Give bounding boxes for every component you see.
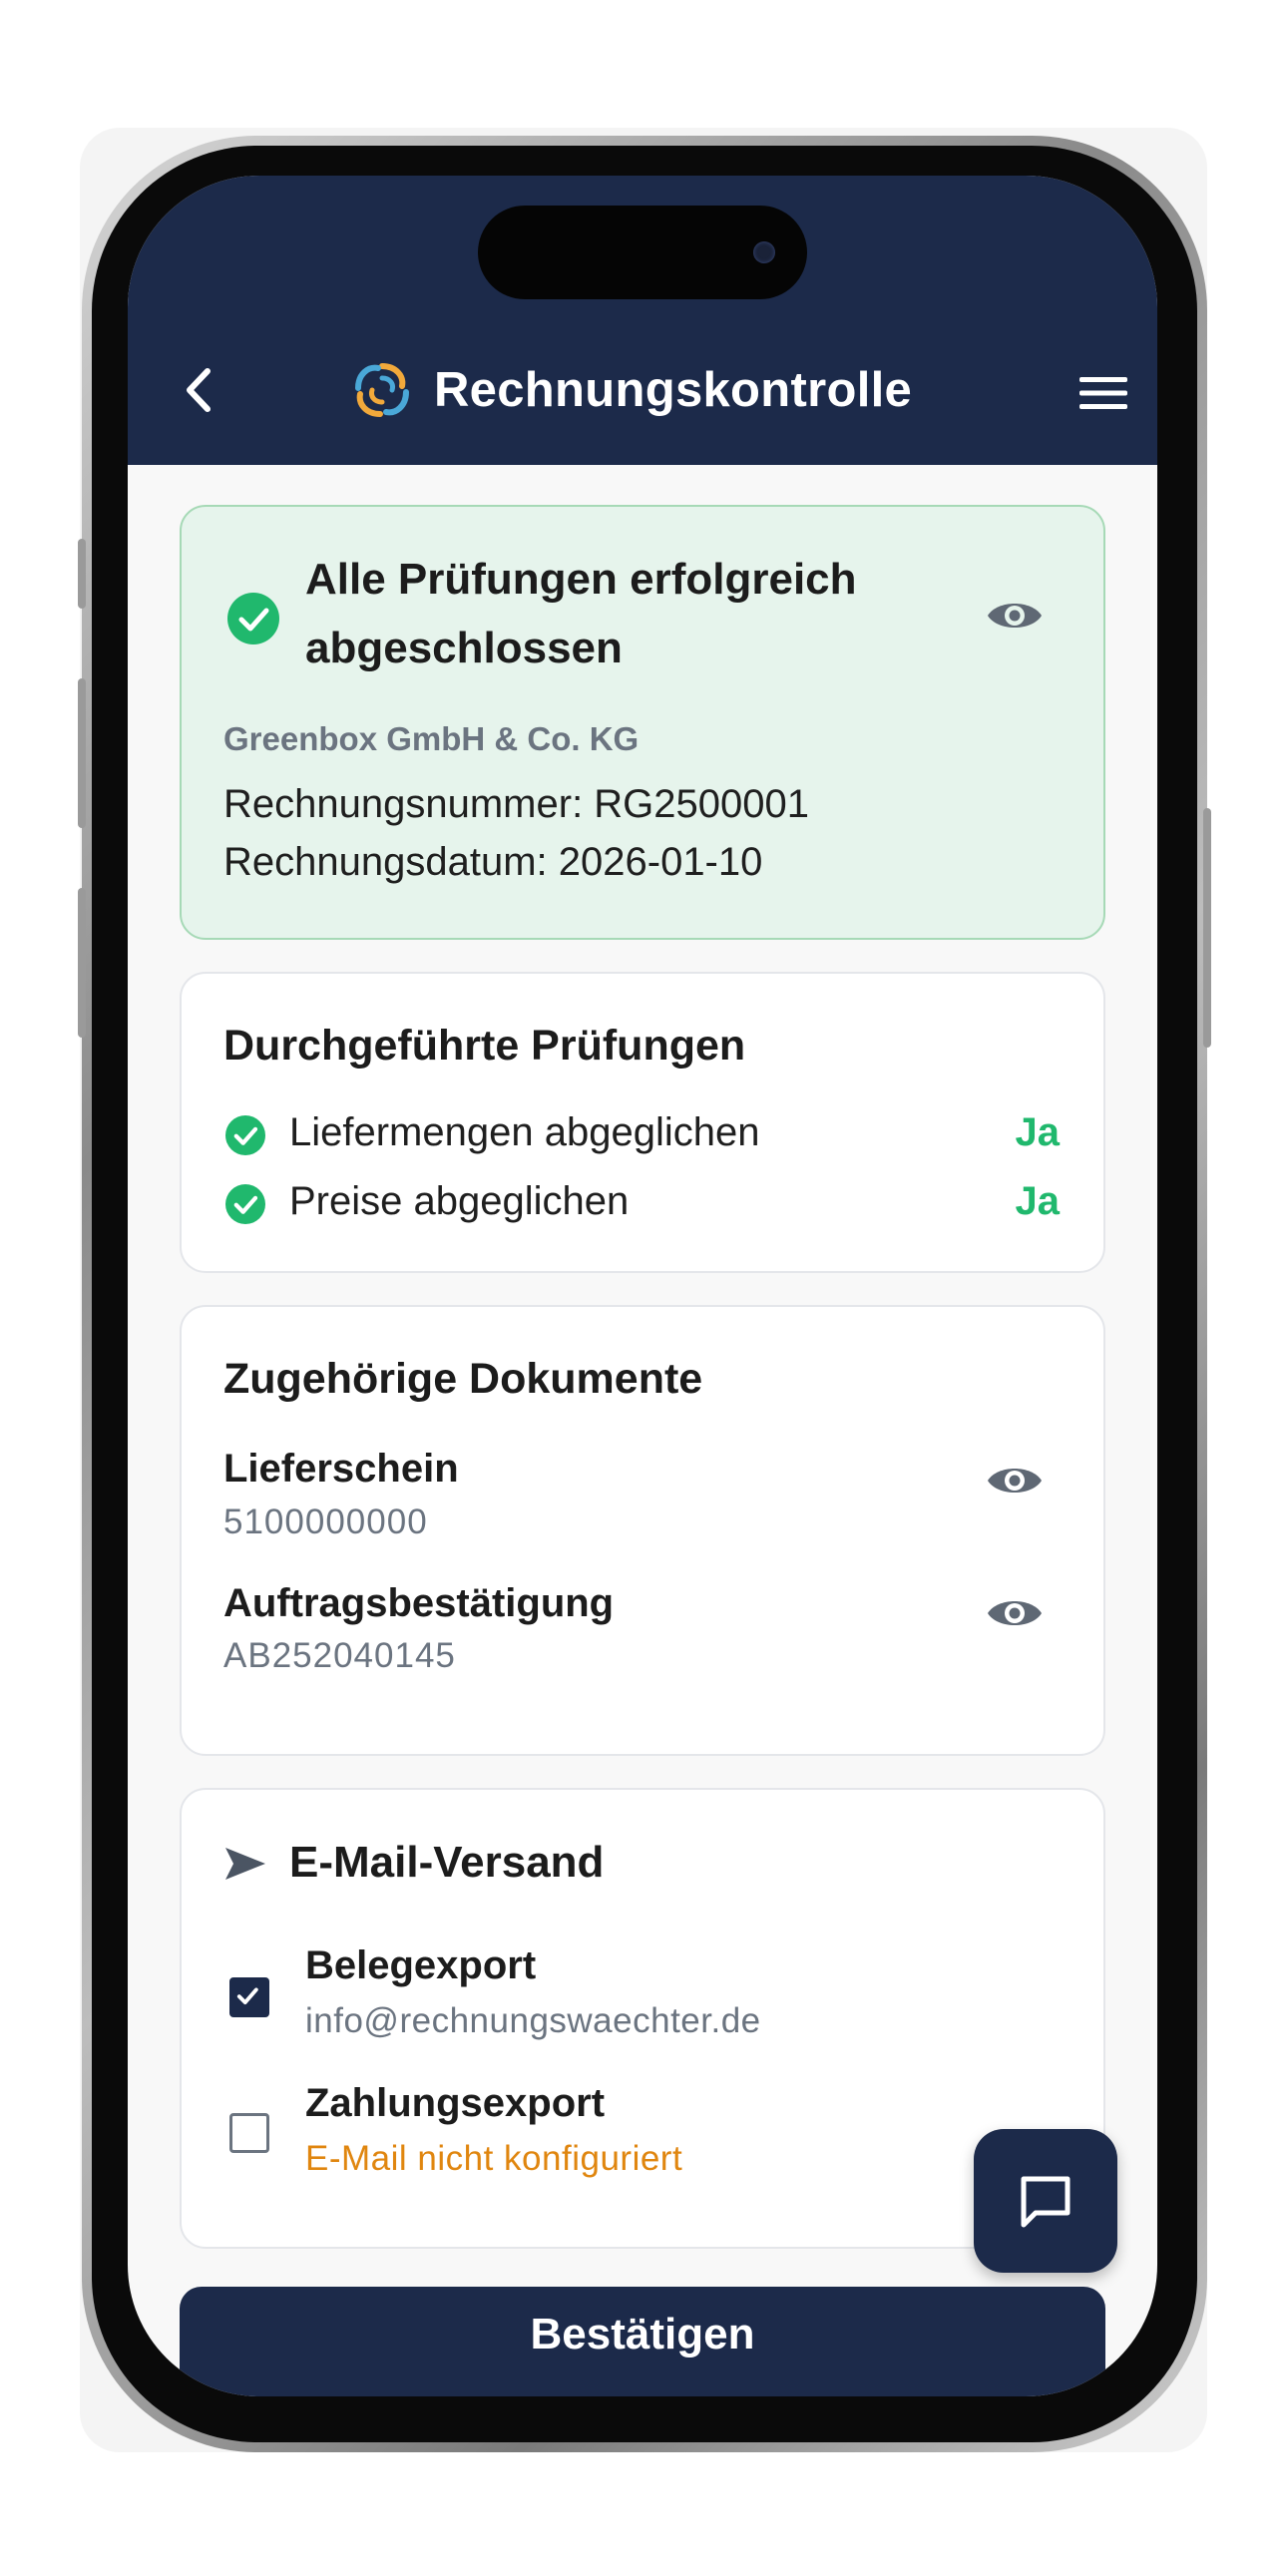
documents-card: Zugehörige Dokumente Lieferschein 510000… xyxy=(180,1305,1105,1756)
check-circle-icon xyxy=(227,593,279,644)
checks-card: Durchgeführte Prüfungen Liefermengen abg… xyxy=(180,972,1105,1273)
zahlungsexport-checkbox[interactable] xyxy=(229,2113,269,2153)
invoice-number: Rechnungsnummer: RG2500001 xyxy=(223,782,810,826)
chat-button[interactable] xyxy=(974,2129,1117,2273)
email-card: E-Mail-Versand Belegexport info@rechnung… xyxy=(180,1788,1105,2249)
phone-side-button xyxy=(78,539,86,609)
email-option-warning: E-Mail nicht konfiguriert xyxy=(305,2139,683,2178)
belegexport-checkbox[interactable] xyxy=(229,1977,269,2017)
eye-icon[interactable] xyxy=(986,1593,1044,1633)
eye-icon[interactable] xyxy=(986,1461,1044,1501)
checkmark-icon xyxy=(236,1987,258,2005)
swirl-logo-icon xyxy=(355,363,409,417)
dynamic-island xyxy=(478,206,807,299)
email-option-label: Zahlungsexport xyxy=(305,2081,606,2125)
email-option-label: Belegexport xyxy=(305,1943,537,1987)
menu-button[interactable] xyxy=(1079,375,1127,411)
check-circle-icon xyxy=(225,1115,265,1155)
send-icon xyxy=(225,1848,265,1880)
invoice-date: Rechnungsdatum: 2026-01-10 xyxy=(223,840,763,884)
status-title-line1: Alle Prüfungen erfolgreich xyxy=(305,555,857,604)
document-number: AB252040145 xyxy=(223,1636,456,1675)
eye-icon[interactable] xyxy=(986,596,1044,636)
check-label: Liefermengen abgeglichen xyxy=(289,1110,760,1154)
phone-side-button xyxy=(1203,808,1211,1048)
supplier-name: Greenbox GmbH & Co. KG xyxy=(223,720,640,757)
app-header: Rechnungskontrolle xyxy=(128,176,1157,465)
phone-side-button xyxy=(78,888,86,1038)
check-value: Ja xyxy=(1015,1179,1061,1223)
back-button[interactable] xyxy=(180,365,219,415)
status-card: Alle Prüfungen erfolgreich abgeschlossen… xyxy=(180,505,1105,940)
status-title-line2: abgeschlossen xyxy=(305,624,623,672)
camera-icon xyxy=(753,241,775,263)
check-label: Preise abgeglichen xyxy=(289,1179,630,1223)
phone-side-button xyxy=(78,678,86,828)
chevron-left-icon xyxy=(187,368,211,412)
document-name: Lieferschein xyxy=(223,1447,459,1491)
phone-screen: Rechnungskontrolle Alle Prüfungen erfolg… xyxy=(128,176,1157,2396)
chat-bubble-icon xyxy=(1021,2176,1071,2228)
documents-title: Zugehörige Dokumente xyxy=(223,1355,703,1403)
email-option-sub: info@rechnungswaechter.de xyxy=(305,2001,761,2040)
email-title: E-Mail-Versand xyxy=(289,1838,605,1887)
page-title: Rechnungskontrolle xyxy=(434,363,913,417)
hamburger-menu-icon xyxy=(1079,377,1127,409)
document-number: 5100000000 xyxy=(223,1503,428,1541)
checks-title: Durchgeführte Prüfungen xyxy=(223,1022,746,1070)
check-value: Ja xyxy=(1015,1110,1061,1154)
header-title-group: Rechnungskontrolle xyxy=(352,360,912,420)
check-circle-icon xyxy=(225,1184,265,1224)
confirm-button[interactable]: Bestätigen xyxy=(180,2287,1105,2396)
document-name: Auftragsbestätigung xyxy=(223,1581,615,1625)
